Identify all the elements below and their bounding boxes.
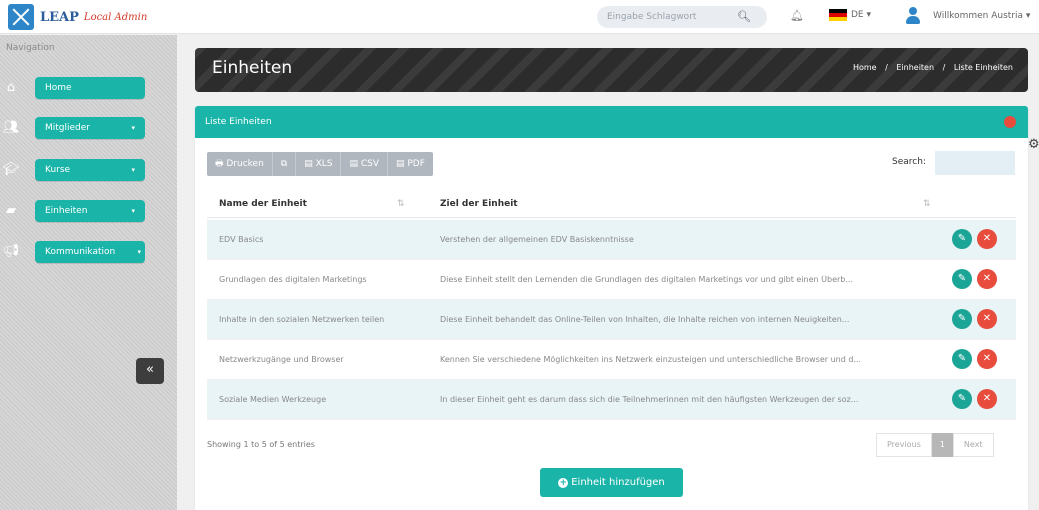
breadcrumb-separator: / — [885, 63, 888, 72]
close-panel-icon[interactable] — [1004, 116, 1016, 128]
unit-goal: Diese Einheit stellt den Lernenden die G… — [440, 275, 853, 284]
chevron-down-icon: ▾ — [131, 207, 135, 215]
sidebar-item-label: Einheiten — [45, 206, 88, 216]
edit-pencil-icon[interactable]: ✎ — [952, 269, 972, 289]
table-row: Inhalte in den sozialen Netzwerken teile… — [207, 300, 1016, 340]
sort-icon[interactable]: ⇅ — [397, 199, 405, 209]
pagination-next[interactable]: Next — [952, 433, 994, 457]
add-unit-label: Einheit hinzufügen — [571, 477, 665, 488]
delete-x-icon[interactable]: ✕ — [977, 349, 997, 369]
edit-pencil-icon[interactable]: ✎ — [952, 309, 972, 329]
gear-icon[interactable]: ⚙︎ — [1028, 137, 1039, 152]
panel-title: Liste Einheiten — [205, 117, 272, 127]
table-row: Netzwerkzugänge und Browser Kennen Sie v… — [207, 340, 1016, 380]
unit-name: Soziale Medien Werkzeuge — [219, 395, 327, 404]
edit-pencil-icon[interactable]: ✎ — [952, 229, 972, 249]
csv-button[interactable]: ▤ CSV — [341, 152, 389, 176]
chevron-down-icon: ▾ — [131, 166, 135, 174]
copy-button[interactable]: ⧉ — [272, 152, 297, 176]
language-label: DE ▾ — [851, 10, 871, 20]
xls-button[interactable]: ▤ XLS — [296, 152, 342, 176]
sidebar-item-kommunikation[interactable]: 📢︎ Kommunikation ▾ — [0, 239, 177, 265]
table-header: Name der Einheit ⇅ Ziel der Einheit ⇅ — [207, 190, 1016, 218]
print-button[interactable]: 🖶 Drucken — [207, 152, 273, 176]
notification-bell-icon[interactable]: 🔔︎ — [790, 9, 804, 22]
page-header-banner: Einheiten Home / Einheiten / Liste Einhe… — [195, 48, 1028, 92]
breadcrumb-einheiten[interactable]: Einheiten — [896, 63, 934, 72]
edit-pencil-icon[interactable]: ✎ — [952, 389, 972, 409]
language-selector[interactable]: DE ▾ — [829, 9, 871, 21]
leap-logo-icon — [8, 4, 34, 30]
sidebar-item-kurse[interactable]: 🎓︎ Kurse ▾ — [0, 157, 177, 183]
sidebar-item-label: Kurse — [45, 165, 71, 175]
user-menu[interactable]: Willkommen Austria ▾ — [905, 6, 1030, 26]
sidebar: Navigation ⌂ Home 👥︎ Mitglieder ▾ 🎓︎ Kurs… — [0, 35, 177, 510]
table-info: Showing 1 to 5 of 5 entries — [207, 440, 315, 449]
unit-name: Netzwerkzugänge und Browser — [219, 355, 344, 364]
collapse-sidebar-button[interactable]: « — [136, 358, 164, 384]
add-unit-button[interactable]: + Einheit hinzufügen — [540, 468, 683, 497]
breadcrumb-separator: / — [942, 63, 946, 72]
home-icon: ⌂ — [6, 79, 16, 95]
column-header-name[interactable]: Name der Einheit — [219, 199, 307, 209]
page-title: Einheiten — [212, 58, 293, 78]
breadcrumb: Home / Einheiten / Liste Einheiten — [850, 63, 1016, 72]
table-search-input[interactable] — [935, 151, 1015, 175]
sidebar-item-home[interactable]: ⌂ Home — [0, 75, 177, 101]
plus-circle-icon: + — [558, 478, 569, 488]
sidebar-item-label: Mitglieder — [45, 123, 90, 133]
sidebar-item-label: Kommunikation — [45, 247, 116, 257]
breadcrumb-current: Liste Einheiten — [953, 63, 1013, 72]
user-icon — [905, 6, 921, 26]
global-search: 🔍︎ — [597, 6, 767, 28]
pagination-page-1[interactable]: 1 — [931, 433, 953, 457]
users-icon: 👥︎ — [2, 119, 20, 135]
delete-x-icon[interactable]: ✕ — [977, 309, 997, 329]
panel-header: Liste Einheiten — [195, 106, 1028, 138]
pdf-button[interactable]: ▤ PDF — [388, 152, 433, 176]
chevron-down-icon: ▾ — [131, 124, 135, 132]
pagination-previous[interactable]: Previous — [876, 433, 932, 457]
sidebar-item-mitglieder[interactable]: 👥︎ Mitglieder ▾ — [0, 115, 177, 141]
global-search-input[interactable] — [607, 7, 737, 27]
user-greeting: Willkommen Austria ▾ — [933, 11, 1031, 21]
unit-goal: Kennen Sie verschiedene Möglichkeiten in… — [440, 355, 862, 364]
graduation-cap-icon: 🎓︎ — [2, 161, 20, 177]
search-icon[interactable]: 🔍︎ — [737, 10, 751, 23]
book-icon: ▰ — [6, 202, 16, 218]
table-search-label: Search: — [892, 157, 926, 167]
brand-subtitle: Local Admin — [83, 11, 148, 23]
breadcrumb-home[interactable]: Home — [853, 63, 877, 72]
sidebar-item-einheiten[interactable]: ▰ Einheiten ▾ — [0, 198, 177, 224]
unit-name: EDV Basics — [219, 235, 264, 244]
column-header-goal[interactable]: Ziel der Einheit — [440, 199, 518, 209]
unit-name: Grundlagen des digitalen Marketings — [219, 275, 367, 284]
unit-goal: Diese Einheit behandelt das Online-Teile… — [440, 315, 850, 324]
megaphone-icon: 📢︎ — [2, 243, 20, 259]
units-list-panel: Liste Einheiten 🖶 Drucken ⧉ ▤ XLS ▤ CSV … — [195, 106, 1028, 510]
unit-goal: Verstehen der allgemeinen EDV Basiskennt… — [440, 235, 634, 244]
unit-goal: In dieser Einheit geht es darum dass sic… — [440, 395, 859, 404]
table-row: EDV Basics Verstehen der allgemeinen EDV… — [207, 220, 1016, 260]
edit-pencil-icon[interactable]: ✎ — [952, 349, 972, 369]
table-row: Soziale Medien Werkzeuge In dieser Einhe… — [207, 380, 1016, 420]
table-row: Grundlagen des digitalen Marketings Dies… — [207, 260, 1016, 300]
sidebar-item-label: Home — [45, 83, 72, 93]
delete-x-icon[interactable]: ✕ — [977, 229, 997, 249]
pagination: Previous 1 Next — [876, 433, 994, 457]
german-flag-icon — [829, 9, 847, 21]
unit-name: Inhalte in den sozialen Netzwerken teile… — [219, 315, 385, 324]
brand-name: LEAP — [40, 9, 79, 25]
export-toolbar: 🖶 Drucken ⧉ ▤ XLS ▤ CSV ▤ PDF — [207, 152, 433, 176]
nav-title: Navigation — [6, 43, 55, 53]
delete-x-icon[interactable]: ✕ — [977, 389, 997, 409]
chevron-down-icon: ▾ — [137, 248, 141, 256]
logo[interactable]: LEAP Local Admin — [8, 4, 147, 30]
sort-icon[interactable]: ⇅ — [923, 199, 931, 209]
delete-x-icon[interactable]: ✕ — [977, 269, 997, 289]
top-bar: LEAP Local Admin 🔍︎ 🔔︎ DE ▾ Willkommen A… — [0, 0, 1039, 34]
